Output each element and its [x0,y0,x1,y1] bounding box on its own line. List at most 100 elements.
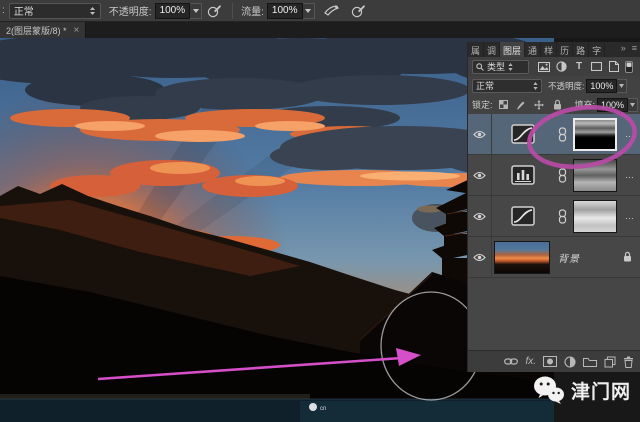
filter-toggle-switch[interactable] [621,60,636,74]
airbrush-button[interactable] [323,3,341,19]
tab-paths[interactable]: 路 [573,42,589,57]
tablet-pressure-size-button[interactable] [350,3,368,19]
visibility-toggle[interactable] [468,114,492,154]
mode-label-fragment: : [2,5,5,16]
brand-watermark: 津门网 [533,375,631,405]
document-tab[interactable]: 2(图层蒙版/8) * × [0,22,86,38]
adjustment-icon [564,356,576,368]
layer-style-button[interactable]: fx. [525,356,536,367]
svg-text:cn: cn [320,406,326,412]
tab-history[interactable]: 历 [557,42,573,57]
background-layer-thumbnail[interactable] [494,241,550,274]
new-layer-button[interactable] [604,356,616,368]
airbrush-icon [324,4,340,18]
new-adjustment-layer-button[interactable] [564,356,576,368]
opacity-dropdown-button[interactable] [190,3,202,19]
layer-opacity-input[interactable]: 100% [586,79,617,93]
link-icon [558,168,567,183]
adjustment-layer-thumbnail[interactable] [492,206,554,226]
curves-icon [511,206,535,226]
flow-dropdown-button[interactable] [303,3,315,19]
opacity-input[interactable]: 100% [155,3,191,19]
filter-smart-objects-button[interactable] [607,60,622,74]
visibility-toggle[interactable] [468,196,492,236]
brush-icon [516,100,526,110]
panel-menu-button[interactable]: ≡ [629,42,640,57]
layer-row-curves-2[interactable]: … [468,196,640,237]
panel-tab-strip: 属 调 图层 通 样 历 路 字 » ≡ [468,42,640,57]
fill-dropdown[interactable] [628,98,638,112]
pen-pressure-icon [207,4,222,18]
toggle-switch-icon [625,61,633,73]
lock-position-button[interactable] [532,98,547,112]
visibility-toggle[interactable] [468,155,492,195]
wechat-icon [533,375,565,405]
layer-row-background[interactable]: 背景 [468,237,640,278]
delete-layer-button[interactable] [623,356,634,368]
layer-lock-row: 锁定: [468,95,640,114]
type-letter-icon: T [576,61,582,72]
lock-all-button[interactable] [550,98,565,112]
tab-channels[interactable]: 通 [525,42,541,57]
blend-mode-select[interactable]: 正常 [9,3,101,19]
fill-input[interactable]: 100% [597,98,628,112]
eye-icon [473,212,486,221]
flow-label: 流量: [241,3,264,18]
layers-panel-footer: fx. [468,350,640,372]
add-mask-button[interactable] [543,356,557,367]
layer-mask-thumbnail[interactable] [573,118,617,151]
layer-mask-thumbnail[interactable] [573,159,617,192]
filter-shape-layers-button[interactable] [589,60,604,74]
new-group-button[interactable] [583,356,597,367]
layer-row-levels[interactable]: … [468,155,640,196]
tab-layers[interactable]: 图层 [500,42,525,57]
flow-input[interactable]: 100% [267,3,303,19]
tab-adjustments[interactable]: 调 [484,42,500,57]
filter-pixel-layers-button[interactable] [537,60,552,74]
lock-pixels-button[interactable] [514,98,529,112]
pen-pressure-icon [351,4,366,18]
chevron-down-icon [619,84,624,88]
layer-mask-thumbnail[interactable] [573,200,617,233]
mask-link-toggle[interactable] [554,127,570,142]
layers-panel: 属 调 图层 通 样 历 路 字 » ≡ 类型 [467,42,640,372]
close-tab-button[interactable]: × [74,25,80,36]
flow-value: 100% [272,5,298,16]
tab-styles[interactable]: 样 [541,42,557,57]
divider [232,3,233,19]
lock-transparency-button[interactable] [496,98,511,112]
filter-type-select[interactable]: 类型 [472,60,529,74]
photoshop-window: : 正常 不透明度: 100% 流量: 100% [0,0,640,422]
search-icon [476,63,484,71]
layer-blend-row: 正常 不透明度: 100% [468,76,640,95]
filter-type-layers-button[interactable]: T [572,60,587,74]
chevron-down-icon [630,103,635,107]
link-layers-button[interactable] [504,357,518,366]
adjustment-layer-thumbnail[interactable] [492,124,554,144]
tab-character[interactable]: 字 [589,42,605,57]
shape-rect-icon [591,62,602,71]
layer-opacity-dropdown[interactable] [617,79,627,93]
document-tab-bar: 2(图层蒙版/8) * × [0,22,640,38]
eye-icon [473,171,486,180]
filter-adjustment-layers-button[interactable] [554,60,569,74]
adjustment-layer-thumbnail[interactable] [492,165,554,185]
mask-link-toggle[interactable] [554,209,570,224]
layer-filter-row: 类型 T [468,57,640,76]
fx-icon: fx. [525,356,536,367]
layer-blend-mode-select[interactable]: 正常 [472,79,542,93]
opacity-value: 100% [160,5,186,16]
collapse-panels-button[interactable]: » [618,42,629,57]
mask-link-toggle[interactable] [554,168,570,183]
link-icon [558,209,567,224]
tablet-pressure-opacity-button[interactable] [205,3,223,19]
layer-row-curves-1[interactable]: … [468,114,640,155]
tab-properties[interactable]: 属 [468,42,484,57]
layer-blend-mode-value: 正常 [476,79,494,92]
link-icon [558,127,567,142]
visibility-toggle[interactable] [468,237,492,277]
eye-icon [473,130,486,139]
layer-name: 背景 [558,250,580,265]
layer-opacity-label: 不透明度: [548,80,584,92]
chevron-down-icon [193,9,199,13]
